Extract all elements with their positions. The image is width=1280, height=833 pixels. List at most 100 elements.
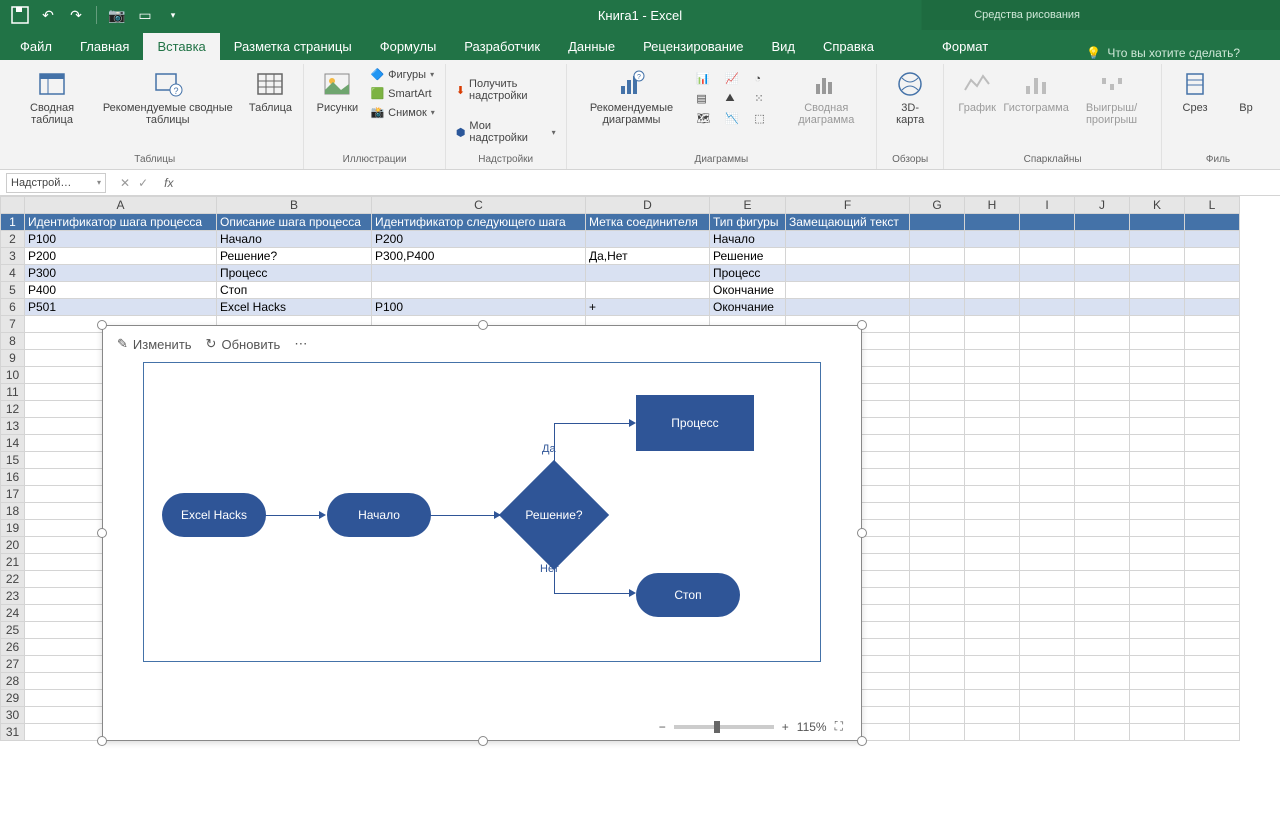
cell[interactable]: P100	[372, 299, 586, 316]
cell[interactable]	[1130, 707, 1185, 724]
cell[interactable]	[910, 333, 965, 350]
cell[interactable]	[910, 656, 965, 673]
cell[interactable]	[1185, 486, 1240, 503]
recommended-charts-button[interactable]: ? Рекомендуемые диаграммы	[575, 66, 689, 128]
col-header[interactable]: E	[710, 197, 786, 214]
cell[interactable]	[1130, 639, 1185, 656]
shapes-button[interactable]: 🔷Фигуры▾	[368, 66, 436, 83]
cell[interactable]	[965, 469, 1020, 486]
col-header[interactable]: J	[1075, 197, 1130, 214]
row-header[interactable]: 19	[1, 520, 25, 537]
pictures-button[interactable]: Рисунки	[312, 66, 362, 116]
fx-icon[interactable]: fx	[156, 176, 173, 190]
cell[interactable]	[1020, 588, 1075, 605]
cell[interactable]	[965, 571, 1020, 588]
row-header[interactable]: 29	[1, 690, 25, 707]
cell[interactable]	[1075, 469, 1130, 486]
cell[interactable]	[1130, 401, 1185, 418]
zoom-out-button[interactable]: −	[659, 720, 666, 734]
line-chart-button[interactable]: 📈	[723, 70, 749, 87]
cell[interactable]	[1020, 333, 1075, 350]
cell[interactable]	[1185, 435, 1240, 452]
cell[interactable]: +	[586, 299, 710, 316]
cell[interactable]	[786, 231, 910, 248]
cell[interactable]	[965, 520, 1020, 537]
area-chart-button[interactable]: ⛰	[723, 90, 749, 107]
cell[interactable]	[1185, 401, 1240, 418]
cell[interactable]: P300,P400	[372, 248, 586, 265]
cell[interactable]: Окончание	[710, 282, 786, 299]
combo-chart-button[interactable]: ⬚	[752, 110, 778, 127]
cell[interactable]	[1185, 571, 1240, 588]
select-all-corner[interactable]	[1, 197, 25, 214]
row-header[interactable]: 17	[1, 486, 25, 503]
cell[interactable]	[965, 554, 1020, 571]
cell[interactable]	[1185, 231, 1240, 248]
row-header[interactable]: 28	[1, 673, 25, 690]
cell[interactable]	[1020, 265, 1075, 282]
cell[interactable]: Процесс	[217, 265, 372, 282]
cell[interactable]	[910, 486, 965, 503]
addin-more-button[interactable]: ⋯	[294, 336, 307, 352]
cell[interactable]	[910, 673, 965, 690]
cell[interactable]	[372, 265, 586, 282]
row-header[interactable]: 10	[1, 367, 25, 384]
cell[interactable]	[910, 537, 965, 554]
cell[interactable]	[1185, 384, 1240, 401]
cell[interactable]	[965, 333, 1020, 350]
cell[interactable]	[910, 503, 965, 520]
row-header[interactable]: 8	[1, 333, 25, 350]
flowchart-canvas[interactable]: Да Нет Excel Hacks Начало Решение? Проце…	[143, 362, 821, 662]
cell[interactable]	[1130, 588, 1185, 605]
screenshot-button[interactable]: 📸Снимок▾	[368, 104, 436, 121]
cell[interactable]	[910, 588, 965, 605]
row-header[interactable]: 14	[1, 435, 25, 452]
name-box[interactable]: Надстрой…▾	[6, 173, 106, 193]
cell[interactable]	[586, 282, 710, 299]
bar-chart-button[interactable]: ▤	[694, 90, 720, 107]
cell[interactable]	[1185, 418, 1240, 435]
col-header[interactable]: K	[1130, 197, 1185, 214]
cell[interactable]	[1130, 299, 1185, 316]
cell[interactable]	[1075, 724, 1130, 741]
cell[interactable]	[910, 452, 965, 469]
cell[interactable]: Решение?	[217, 248, 372, 265]
cell[interactable]	[1020, 452, 1075, 469]
cell[interactable]	[1075, 605, 1130, 622]
cell[interactable]	[965, 724, 1020, 741]
tab-format[interactable]: Формат	[928, 33, 1002, 60]
row-header[interactable]: 1	[1, 214, 25, 231]
cell[interactable]	[1075, 537, 1130, 554]
cell[interactable]	[910, 418, 965, 435]
row-header[interactable]: 26	[1, 639, 25, 656]
row-header[interactable]: 4	[1, 265, 25, 282]
cell[interactable]	[1020, 350, 1075, 367]
cell[interactable]	[1185, 554, 1240, 571]
cell[interactable]	[1020, 316, 1075, 333]
row-header[interactable]: 24	[1, 605, 25, 622]
col-header[interactable]: D	[586, 197, 710, 214]
cell[interactable]	[910, 724, 965, 741]
row-header[interactable]: 23	[1, 588, 25, 605]
cell[interactable]: Excel Hacks	[217, 299, 372, 316]
addin-refresh-button[interactable]: ↻Обновить	[206, 336, 281, 352]
cell[interactable]	[965, 588, 1020, 605]
cell[interactable]: P300	[25, 265, 217, 282]
cell[interactable]	[965, 401, 1020, 418]
cell[interactable]	[965, 248, 1020, 265]
cell[interactable]	[1130, 452, 1185, 469]
cell[interactable]	[1185, 452, 1240, 469]
table-row[interactable]: 2P100НачалоP200Начало	[1, 231, 1240, 248]
cell[interactable]	[1020, 690, 1075, 707]
cell[interactable]: Начало	[217, 231, 372, 248]
tab-insert[interactable]: Вставка	[143, 33, 219, 60]
cell[interactable]	[1075, 571, 1130, 588]
cell[interactable]	[1130, 690, 1185, 707]
cell[interactable]: P400	[25, 282, 217, 299]
cell[interactable]	[1185, 282, 1240, 299]
cell[interactable]	[910, 435, 965, 452]
cell[interactable]	[1075, 231, 1130, 248]
table-row[interactable]: 3P200Решение?P300,P400Да,НетРешение	[1, 248, 1240, 265]
cell[interactable]	[965, 384, 1020, 401]
cell[interactable]	[910, 639, 965, 656]
